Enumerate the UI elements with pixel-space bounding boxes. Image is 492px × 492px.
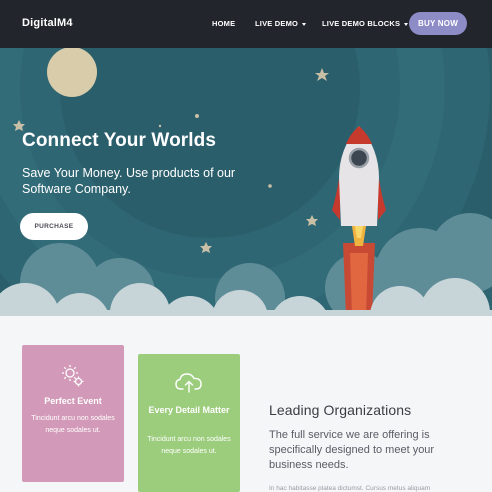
section-description: The full service we are offering is spec… — [269, 429, 435, 471]
purchase-button[interactable]: PURCHASE — [20, 213, 88, 240]
caret-down-icon — [404, 22, 409, 26]
nav-home[interactable]: HOME — [212, 19, 235, 28]
hero-subtitle: Save Your Money. Use products of our Sof… — [22, 166, 236, 196]
cloud-upload-icon — [175, 373, 202, 393]
buy-now-button[interactable]: BUY NOW — [409, 12, 467, 35]
navbar: DigitalM4 HOME LIVE DEMO LIVE DEMO BLOCK… — [0, 0, 492, 48]
caret-down-icon — [302, 22, 307, 26]
section-heading: Leading Organizations — [269, 402, 412, 418]
hero-title: Connect Your Worlds — [22, 130, 217, 151]
moon-icon — [47, 48, 97, 97]
gears-icon — [62, 365, 84, 387]
nav-live-demo-blocks[interactable]: LIVE DEMO BLOCKS — [322, 19, 409, 28]
brand-logo[interactable]: DigitalM4 — [22, 17, 73, 29]
feature-title: Perfect Event — [44, 396, 102, 406]
nav-live-demo[interactable]: LIVE DEMO — [255, 19, 307, 28]
nav-home-label: HOME — [212, 19, 236, 28]
feature-title: Every Detail Matter — [148, 405, 230, 415]
feature-text: Tincidunt arcu non sodales neque sodales… — [147, 436, 231, 455]
nav-live-demo-blocks-label: LIVE DEMO BLOCKS — [322, 19, 401, 28]
section-small-text: In hac habitasse platea dictumst. Cursus… — [269, 485, 431, 492]
hero-section: Connect Your Worlds Save Your Money. Use… — [0, 48, 492, 316]
feature-card-every-detail: Every Detail Matter Tincidunt arcu non s… — [138, 354, 240, 492]
feature-card-perfect-event: Perfect Event Tincidunt arcu non sodales… — [22, 345, 124, 482]
feature-text: Tincidunt arcu non sodales neque sodales… — [31, 415, 115, 434]
nav-live-demo-label: LIVE DEMO — [255, 19, 299, 28]
